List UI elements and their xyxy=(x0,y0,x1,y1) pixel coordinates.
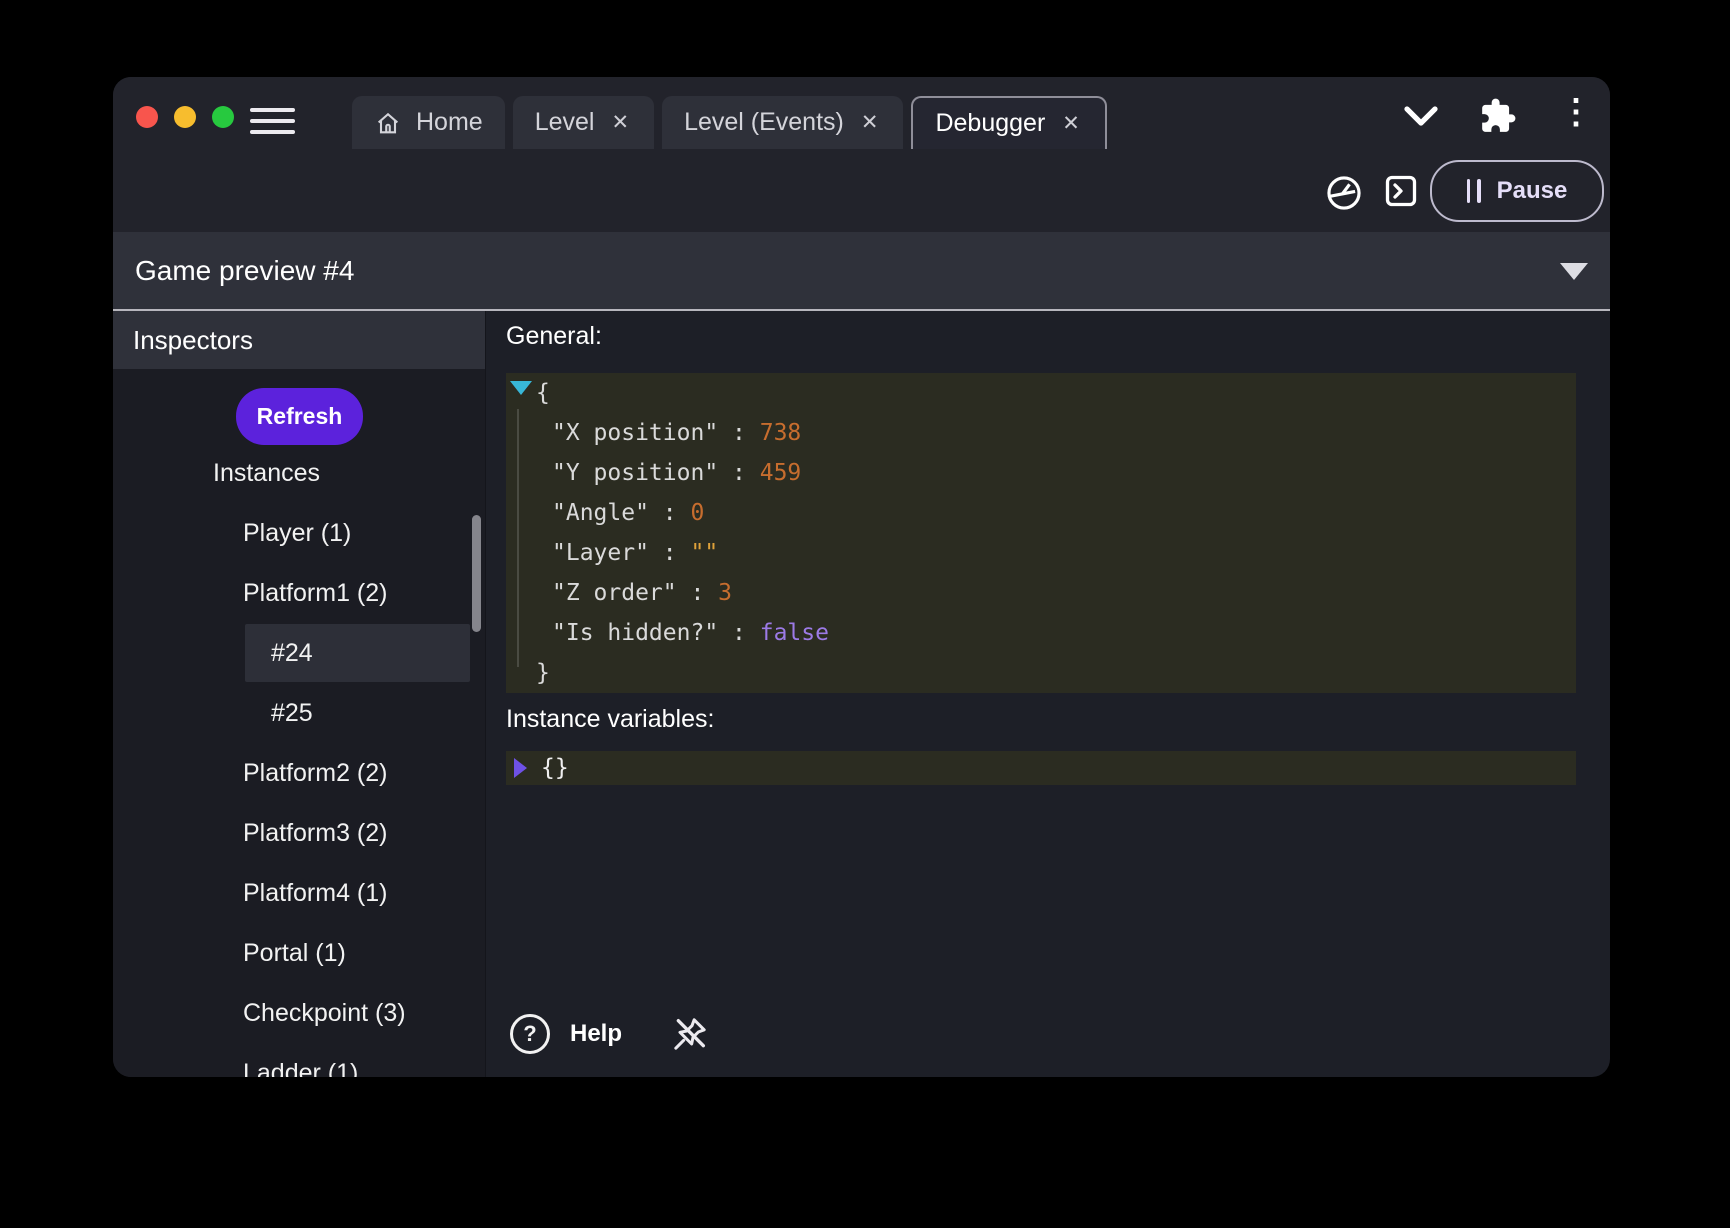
expand-object-icon[interactable] xyxy=(514,758,527,778)
property-key: "Y position" xyxy=(552,460,718,486)
tree-item-label: Platform4 (1) xyxy=(113,879,387,908)
help-label: Help xyxy=(570,1020,622,1048)
indent-guide xyxy=(517,409,519,667)
tree-item-#25[interactable]: #25 xyxy=(113,683,485,743)
property-value: 738 xyxy=(760,420,802,446)
extensions-puzzle-icon[interactable] xyxy=(1479,97,1517,135)
tree-item-platform1-2[interactable]: Platform1 (2) xyxy=(113,563,485,623)
empty-object-value: {} xyxy=(541,751,569,785)
tree-item-ladder-1[interactable]: Ladder (1) xyxy=(113,1043,485,1077)
property-key: "X position" xyxy=(552,420,718,446)
tree-item-instances[interactable]: Instances xyxy=(113,443,485,503)
profiler-gauge-icon[interactable] xyxy=(1325,174,1363,212)
property-key: "Layer" xyxy=(552,540,649,566)
tree-item-player-1[interactable]: Player (1) xyxy=(113,503,485,563)
game-preview-dropdown-icon[interactable] xyxy=(1560,263,1588,280)
json-property-row[interactable]: "Layer" : "" xyxy=(506,533,1576,573)
json-property-row[interactable]: "X position" : 738 xyxy=(506,413,1576,453)
tab-label: Level xyxy=(535,108,595,137)
tree-item-label: Checkpoint (3) xyxy=(113,999,406,1028)
json-open-brace: { xyxy=(506,373,1576,413)
tab-level[interactable]: Level ✕ xyxy=(513,96,654,149)
close-window-button[interactable] xyxy=(136,106,158,128)
general-json-viewer: { "X position" : 738 "Y position" : 459 … xyxy=(506,373,1576,693)
console-icon[interactable] xyxy=(1383,173,1419,209)
game-preview-selector[interactable]: Game preview #4 xyxy=(113,232,1610,311)
game-preview-title: Game preview #4 xyxy=(113,255,354,287)
json-property-row[interactable]: "Angle" : 0 xyxy=(506,493,1576,533)
refresh-button[interactable]: Refresh xyxy=(236,388,363,445)
tree-item-portal-1[interactable]: Portal (1) xyxy=(113,923,485,983)
tab-label: Level (Events) xyxy=(684,108,844,137)
help-row: ? Help xyxy=(510,1014,710,1054)
property-key: "Is hidden?" xyxy=(552,620,718,646)
pause-button-label: Pause xyxy=(1497,177,1568,205)
pause-button[interactable]: Pause xyxy=(1430,160,1604,222)
maximize-window-button[interactable] xyxy=(212,106,234,128)
general-section-label: General: xyxy=(506,323,1576,349)
tab-bar: Home Level ✕ Level (Events) ✕ Debugger ✕ xyxy=(352,96,1107,149)
tree-item-platform2-2[interactable]: Platform2 (2) xyxy=(113,743,485,803)
pause-icon xyxy=(1467,179,1481,203)
tree-item-label: Platform3 (2) xyxy=(113,819,387,848)
debugger-body: Inspectors Refresh Instances Player (1) … xyxy=(113,311,1610,1077)
tab-home[interactable]: Home xyxy=(352,96,505,149)
tab-label: Home xyxy=(416,108,483,137)
inspector-detail-panel: General: { "X position" : 738 "Y positio… xyxy=(486,311,1610,1077)
property-value: false xyxy=(760,620,829,646)
more-options-icon[interactable]: ⋮ xyxy=(1559,95,1593,129)
json-property-row[interactable]: "Z order" : 3 xyxy=(506,573,1576,613)
tree-item-label: Player (1) xyxy=(113,519,351,548)
tree-item-label: Instances xyxy=(113,459,320,488)
tree-item-label: Portal (1) xyxy=(113,939,346,968)
main-menu-icon[interactable] xyxy=(250,108,295,134)
tree-item-platform4-1[interactable]: Platform4 (1) xyxy=(113,863,485,923)
tab-level-events[interactable]: Level (Events) ✕ xyxy=(662,96,903,149)
instance-variables-label: Instance variables: xyxy=(506,706,1576,732)
property-key: "Angle" xyxy=(552,500,649,526)
sidebar-scrollbar-thumb[interactable] xyxy=(472,515,481,632)
collapse-object-icon[interactable] xyxy=(510,381,532,395)
instance-variables-viewer: {} xyxy=(506,751,1576,785)
close-tab-icon[interactable]: ✕ xyxy=(608,108,632,137)
tab-debugger[interactable]: Debugger ✕ xyxy=(911,96,1106,149)
tree-item-checkpoint-3[interactable]: Checkpoint (3) xyxy=(113,983,485,1043)
property-value: "" xyxy=(690,540,718,566)
tree-item-#24[interactable]: #24 xyxy=(113,623,485,683)
unpin-icon[interactable] xyxy=(670,1014,710,1054)
tree-item-platform3-2[interactable]: Platform3 (2) xyxy=(113,803,485,863)
home-icon xyxy=(374,109,402,137)
tree-item-label: Platform2 (2) xyxy=(113,759,387,788)
title-bar: Home Level ✕ Level (Events) ✕ Debugger ✕ xyxy=(113,77,1610,232)
help-icon[interactable]: ? xyxy=(510,1014,550,1054)
close-tab-icon[interactable]: ✕ xyxy=(858,108,882,137)
tree-item-label: #24 xyxy=(113,639,313,668)
debugger-window: Home Level ✕ Level (Events) ✕ Debugger ✕ xyxy=(113,77,1610,1077)
tree-item-label: #25 xyxy=(113,699,313,728)
json-close-brace: } xyxy=(506,653,1576,693)
property-value: 459 xyxy=(760,460,802,486)
inspectors-sidebar: Inspectors Refresh Instances Player (1) … xyxy=(113,311,486,1077)
tree-item-label: Ladder (1) xyxy=(113,1059,358,1078)
chevron-down-icon[interactable] xyxy=(1400,101,1442,131)
minimize-window-button[interactable] xyxy=(174,106,196,128)
inspectors-header: Inspectors xyxy=(113,311,485,369)
close-tab-icon[interactable]: ✕ xyxy=(1059,109,1083,138)
property-value: 0 xyxy=(690,500,704,526)
tab-label: Debugger xyxy=(935,109,1045,138)
property-value: 3 xyxy=(718,580,732,606)
json-property-row[interactable]: "Is hidden?" : false xyxy=(506,613,1576,653)
tree-item-label: Platform1 (2) xyxy=(113,579,387,608)
inspector-tree: Instances Player (1) Platform1 (2) #24 xyxy=(113,443,485,1077)
json-property-row[interactable]: "Y position" : 459 xyxy=(506,453,1576,493)
property-key: "Z order" xyxy=(552,580,677,606)
